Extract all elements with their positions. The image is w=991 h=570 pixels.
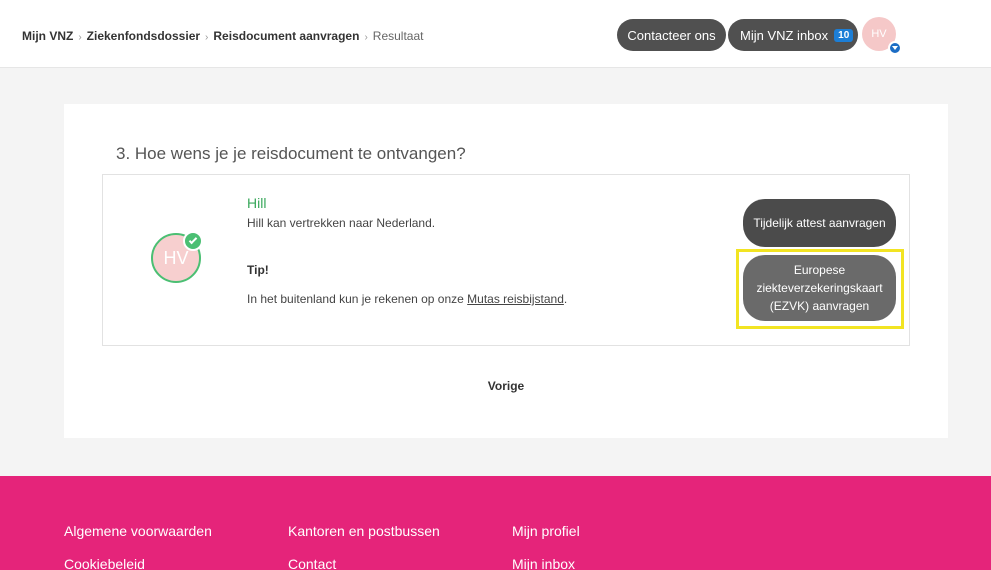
avatar-initials: HV [871, 28, 887, 40]
top-header: Mijn VNZ › Ziekenfondsdossier › Reisdocument… [0, 0, 991, 68]
breadcrumb-separator: › [205, 32, 209, 43]
person-initials: HV [163, 247, 189, 268]
breadcrumb-current: Resultaat [372, 29, 424, 43]
result-panel: HV Hill Hill kan vertrekken naar Nederla… [102, 174, 910, 346]
tip-title: Tip! [247, 263, 269, 277]
tip-text-suffix: . [563, 292, 568, 306]
footer-link-inbox[interactable]: Mijn inbox [512, 556, 575, 570]
tip-text-prefix: In het buitenland kun je rekenen op onze [247, 292, 468, 306]
ezvk-request-label: Europese ziekteverzekeringskaart (EZVK) … [756, 263, 883, 313]
footer-link-cookies[interactable]: Cookiebeleid [64, 556, 145, 570]
breadcrumb-link-mijn-vnz[interactable]: Mijn VNZ [22, 29, 73, 43]
footer-link-terms[interactable]: Algemene voorwaarden [64, 523, 212, 539]
mutas-reisbijstand-link[interactable]: Mutas reisbijstand [467, 292, 564, 306]
contact-button[interactable]: Contacteer ons [617, 19, 726, 51]
person-status: Hill kan vertrekken naar Nederland. [247, 216, 436, 230]
user-avatar-menu[interactable]: HV [862, 17, 902, 55]
inbox-label: Mijn VNZ inbox [740, 27, 829, 43]
checkmark-icon [183, 231, 203, 251]
previous-button[interactable]: Vorige [64, 379, 948, 393]
breadcrumb-link-reisdocument[interactable]: Reisdocument aanvragen [213, 29, 359, 43]
breadcrumb: Mijn VNZ › Ziekenfondsdossier › Reisdocument… [22, 29, 423, 43]
chevron-down-icon [888, 41, 902, 55]
tip-text: In het buitenland kun je rekenen op onze… [247, 292, 567, 306]
breadcrumb-link-ziekenfondsdossier[interactable]: Ziekenfondsdossier [87, 29, 200, 43]
inbox-count-badge: 10 [834, 28, 854, 42]
footer-link-contact[interactable]: Contact [288, 556, 336, 570]
temporary-certificate-label: Tijdelijk attest aanvragen [753, 216, 886, 230]
person-name: Hill [247, 195, 267, 211]
footer: Algemene voorwaarden Cookiebeleid Kantor… [0, 476, 991, 570]
inbox-button[interactable]: Mijn VNZ inbox 10 [728, 19, 858, 51]
breadcrumb-separator: › [78, 32, 82, 43]
main-card: 3. Hoe wens je je reisdocument te ontvan… [64, 104, 948, 438]
footer-link-profile[interactable]: Mijn profiel [512, 523, 580, 539]
question-heading: 3. Hoe wens je je reisdocument te ontvan… [116, 144, 466, 163]
temporary-certificate-button[interactable]: Tijdelijk attest aanvragen [743, 199, 896, 247]
breadcrumb-separator: › [364, 32, 368, 43]
footer-link-offices[interactable]: Kantoren en postbussen [288, 523, 440, 539]
ezvk-request-button[interactable]: Europese ziekteverzekeringskaart (EZVK) … [743, 255, 896, 321]
